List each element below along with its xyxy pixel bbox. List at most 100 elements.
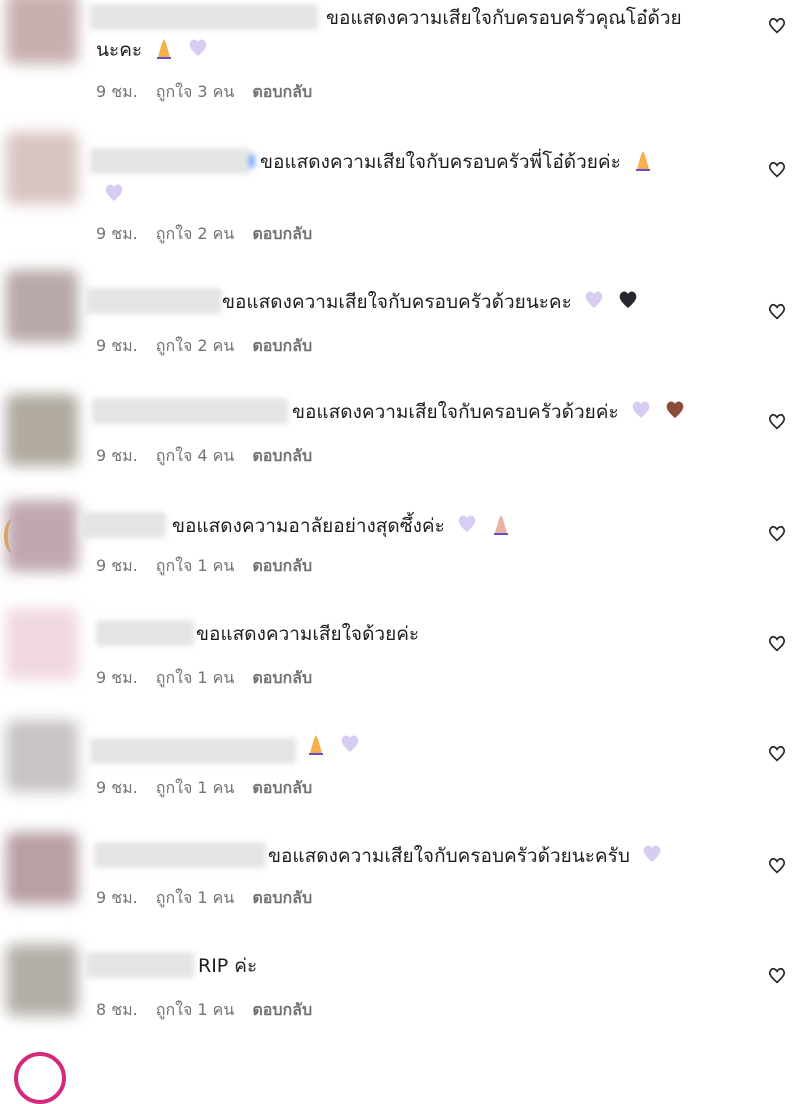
heart-purple-icon xyxy=(105,184,123,201)
username-redacted[interactable] xyxy=(90,738,296,764)
username-redacted[interactable] xyxy=(86,952,194,978)
avatar[interactable] xyxy=(6,132,78,204)
comment-text: ขอแสดงความเสียใจกับครอบครัวพี่โอ๋ด้วยค่ะ xyxy=(260,146,655,178)
pray-emoji-icon xyxy=(157,39,172,59)
avatar[interactable] xyxy=(6,608,78,680)
comment-text-content: ขอแสดงความเสียใจกับครอบครัวด้วยนะครับ xyxy=(268,845,630,867)
username-redacted[interactable] xyxy=(90,4,318,30)
pray-emoji-icon xyxy=(309,735,323,755)
username-redacted[interactable] xyxy=(80,512,166,538)
comment-text: ขอแสดงความอาลัยอย่างสุดซึ้งค่ะ xyxy=(172,510,513,542)
comment-text-content: ขอแสดงความเสียใจกับครอบครัวด้วยนะคะ xyxy=(222,291,572,313)
username-redacted[interactable] xyxy=(94,842,266,868)
comment-item: ขอแสดงความเสียใจด้วยค่ะ 9 ชม. ถูกใจ 1 คน… xyxy=(0,604,800,714)
next-avatar-story-ring[interactable] xyxy=(14,1052,66,1104)
comment-item: 9 ชม. ถูกใจ 1 คน ตอบกลับ xyxy=(0,718,800,828)
heart-purple-icon xyxy=(458,515,476,532)
comment-meta: 8 ชม. ถูกใจ 1 คน ตอบกลับ xyxy=(96,998,312,1023)
comment-likes[interactable]: ถูกใจ 2 คน xyxy=(156,222,235,247)
reply-button[interactable]: ตอบกลับ xyxy=(252,554,312,579)
comment-text-content: ขอแสดงความเสียใจกับครอบครัวด้วยค่ะ xyxy=(292,401,619,423)
comment-text: RIP ค่ะ xyxy=(198,955,258,977)
comment-likes[interactable]: ถูกใจ 1 คน xyxy=(156,886,235,911)
reply-button[interactable]: ตอบกลับ xyxy=(252,334,312,359)
reply-button[interactable]: ตอบกลับ xyxy=(252,80,312,105)
comment-item: ขอแสดงความเสียใจกับครอบครัวด้วยนะคะ 9 ชม… xyxy=(0,270,800,380)
comment-text xyxy=(300,730,362,762)
comment-text: ขอแสดงความเสียใจด้วยค่ะ xyxy=(196,623,420,645)
reply-button[interactable]: ตอบกลับ xyxy=(252,886,312,911)
reply-button[interactable]: ตอบกลับ xyxy=(252,776,312,801)
comment-text-content: ขอแสดงความอาลัยอย่างสุดซึ้งค่ะ xyxy=(172,515,445,537)
heart-purple-icon xyxy=(189,39,207,56)
pray-emoji-icon xyxy=(635,151,650,171)
comment-item: ขอแสดงความเสียใจกับครอบครัวคุณโอ๋ด้วย นะ… xyxy=(0,0,800,110)
comment-meta: 9 ชม. ถูกใจ 1 คน ตอบกลับ xyxy=(96,886,312,911)
comment-likes[interactable]: ถูกใจ 2 คน xyxy=(156,334,235,359)
comment-likes[interactable]: ถูกใจ 1 คน xyxy=(156,554,235,579)
comment-item: ขอแสดงความอาลัยอย่างสุดซึ้งค่ะ 9 ชม. ถูก… xyxy=(0,500,800,610)
comment-text-line2: นะคะ xyxy=(96,34,210,66)
heart-purple-icon xyxy=(585,291,603,308)
comment-meta: 9 ชม. ถูกใจ 1 คน ตอบกลับ xyxy=(96,554,312,579)
comment-time: 9 ชม. xyxy=(96,888,138,907)
comment-likes[interactable]: ถูกใจ 1 คน xyxy=(156,776,235,801)
avatar[interactable] xyxy=(6,832,78,904)
comment-meta: 9 ชม. ถูกใจ 2 คน ตอบกลับ xyxy=(96,334,312,359)
avatar[interactable] xyxy=(6,720,78,792)
heart-outline-icon[interactable] xyxy=(766,742,788,764)
heart-outline-icon[interactable] xyxy=(766,854,788,876)
comment-text: ขอแสดงความเสียใจกับครอบครัวคุณโอ๋ด้วย xyxy=(326,7,682,29)
avatar[interactable] xyxy=(6,270,78,342)
comment-item: RIP ค่ะ 8 ชม. ถูกใจ 1 คน ตอบกลับ xyxy=(0,942,800,1052)
comment-time: 9 ชม. xyxy=(96,224,138,243)
pray-emoji-icon xyxy=(493,515,508,535)
comment-likes[interactable]: ถูกใจ 3 คน xyxy=(156,80,235,105)
comment-item: ขอแสดงความเสียใจกับครอบครัวด้วยนะครับ 9 … xyxy=(0,830,800,940)
heart-outline-icon[interactable] xyxy=(766,964,788,986)
heart-purple-icon xyxy=(643,845,661,862)
heart-purple-icon xyxy=(632,401,650,418)
avatar[interactable] xyxy=(6,944,78,1016)
comment-text-continued: นะคะ xyxy=(96,39,143,61)
heart-outline-icon[interactable] xyxy=(766,300,788,322)
comment-meta: 9 ชม. ถูกใจ 1 คน ตอบกลับ xyxy=(96,666,312,691)
reply-button[interactable]: ตอบกลับ xyxy=(252,998,312,1023)
comment-likes[interactable]: ถูกใจ 1 คน xyxy=(156,666,235,691)
username-redacted[interactable] xyxy=(92,398,288,424)
heart-outline-icon[interactable] xyxy=(766,158,788,180)
comment-time: 9 ชม. xyxy=(96,556,138,575)
comment-meta: 9 ชม. ถูกใจ 4 คน ตอบกลับ xyxy=(96,444,312,469)
username-redacted[interactable] xyxy=(96,620,194,646)
comment-time: 8 ชม. xyxy=(96,1000,138,1019)
comment-likes[interactable]: ถูกใจ 1 คน xyxy=(156,998,235,1023)
comment-time: 9 ชม. xyxy=(96,668,138,687)
comment-time: 9 ชม. xyxy=(96,446,138,465)
avatar[interactable] xyxy=(6,394,78,466)
comment-text-content: ขอแสดงความเสียใจกับครอบครัวพี่โอ๋ด้วยค่ะ xyxy=(260,151,621,173)
avatar[interactable] xyxy=(6,0,78,64)
heart-outline-icon[interactable] xyxy=(766,14,788,36)
heart-outline-icon[interactable] xyxy=(766,632,788,654)
avatar[interactable] xyxy=(6,500,78,572)
reply-button[interactable]: ตอบกลับ xyxy=(252,444,312,469)
reply-button[interactable]: ตอบกลับ xyxy=(252,222,312,247)
comment-item: ขอแสดงความเสียใจกับครอบครัวด้วยค่ะ 9 ชม.… xyxy=(0,390,800,500)
comment-meta: 9 ชม. ถูกใจ 2 คน ตอบกลับ xyxy=(96,222,312,247)
reply-button[interactable]: ตอบกลับ xyxy=(252,666,312,691)
comment-time: 9 ชม. xyxy=(96,336,138,355)
heart-outline-icon[interactable] xyxy=(766,410,788,432)
heart-purple-icon xyxy=(341,735,359,752)
username-redacted[interactable] xyxy=(86,288,222,314)
heart-brown-icon xyxy=(666,401,684,418)
comment-meta: 9 ชม. ถูกใจ 3 คน ตอบกลับ xyxy=(96,80,312,105)
comment-time: 9 ชม. xyxy=(96,778,138,797)
comment-text: ขอแสดงความเสียใจกับครอบครัวด้วยนะครับ xyxy=(268,840,664,872)
heart-outline-icon[interactable] xyxy=(766,522,788,544)
comment-meta: 9 ชม. ถูกใจ 1 คน ตอบกลับ xyxy=(96,776,312,801)
comment-likes[interactable]: ถูกใจ 4 คน xyxy=(156,444,235,469)
comment-time: 9 ชม. xyxy=(96,82,138,101)
comment-text: ขอแสดงความเสียใจกับครอบครัวด้วยค่ะ xyxy=(292,396,687,428)
comment-item: ขอแสดงความเสียใจกับครอบครัวพี่โอ๋ด้วยค่ะ… xyxy=(0,132,800,243)
username-redacted[interactable] xyxy=(90,148,254,174)
